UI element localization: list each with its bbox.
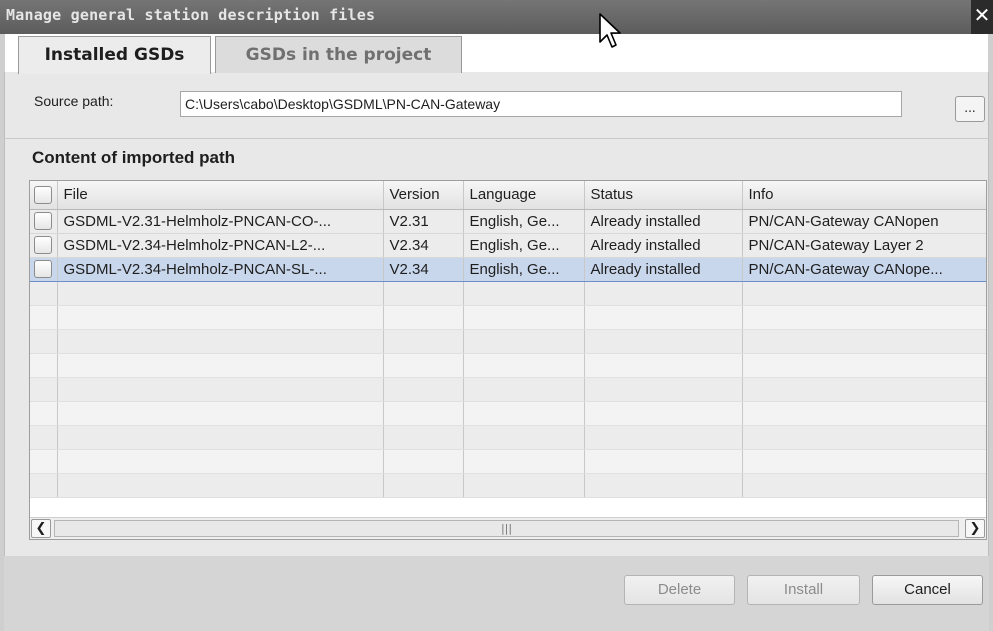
scroll-thumb[interactable]: |||	[54, 520, 959, 537]
divider	[4, 138, 989, 139]
mouse-cursor-icon	[599, 13, 621, 48]
tab-installed-gsds[interactable]: Installed GSDs	[18, 36, 211, 74]
cell-info: PN/CAN-Gateway Layer 2	[742, 233, 986, 258]
cell-file: GSDML-V2.34-Helmholz-PNCAN-SL-...	[57, 256, 384, 282]
empty-row	[30, 473, 986, 498]
cell-status: Already installed	[584, 233, 743, 258]
source-path-input[interactable]: C:\Users\cabo\Desktop\GSDML\PN-CAN-Gatew…	[180, 91, 902, 117]
column-header-language[interactable]: Language	[463, 181, 585, 210]
select-all-checkbox-cell[interactable]	[30, 181, 58, 210]
select-all-checkbox[interactable]	[34, 185, 53, 204]
install-button[interactable]: Install	[747, 575, 860, 605]
cancel-button[interactable]: Cancel	[872, 575, 983, 605]
horizontal-scrollbar[interactable]: ❮ ||| ❯	[30, 517, 986, 539]
delete-button[interactable]: Delete	[624, 575, 735, 605]
cell-file: GSDML-V2.31-Helmholz-PNCAN-CO-...	[57, 209, 384, 234]
cell-language: English, Ge...	[463, 233, 585, 258]
cell-status: Already installed	[584, 256, 743, 282]
table-row[interactable]: GSDML-V2.31-Helmholz-PNCAN-CO-... V2.31 …	[30, 209, 986, 234]
empty-row	[30, 401, 986, 426]
title-bar: Manage general station description files…	[0, 0, 993, 34]
empty-row	[30, 305, 986, 330]
row-checkbox[interactable]	[34, 236, 53, 255]
column-header-info[interactable]: Info	[742, 181, 986, 210]
row-checkbox[interactable]	[34, 212, 53, 231]
scroll-right-icon[interactable]: ❯	[965, 519, 985, 538]
content-section-title: Content of imported path	[32, 148, 236, 167]
empty-row	[30, 377, 986, 402]
browse-button[interactable]: ...	[955, 96, 985, 122]
cell-language: English, Ge...	[463, 209, 585, 234]
gsd-table: File Version Language Status Info GSDML-…	[29, 180, 987, 540]
cell-language: English, Ge...	[463, 256, 585, 282]
table-row-selected[interactable]: GSDML-V2.34-Helmholz-PNCAN-SL-... V2.34 …	[30, 256, 986, 282]
row-checkbox[interactable]	[34, 260, 53, 279]
empty-row	[30, 425, 986, 450]
cell-status: Already installed	[584, 209, 743, 234]
empty-row	[30, 281, 986, 306]
column-header-status[interactable]: Status	[584, 181, 743, 210]
close-button[interactable]: ✕	[971, 0, 993, 34]
cell-file: GSDML-V2.34-Helmholz-PNCAN-L2-...	[57, 233, 384, 258]
empty-row	[30, 449, 986, 474]
cell-version: V2.34	[383, 233, 464, 258]
table-row[interactable]: GSDML-V2.34-Helmholz-PNCAN-L2-... V2.34 …	[30, 233, 986, 258]
scroll-left-icon[interactable]: ❮	[31, 519, 51, 538]
cell-version: V2.34	[383, 256, 464, 282]
cell-info: PN/CAN-Gateway CANope...	[742, 256, 986, 282]
window-title: Manage general station description files	[6, 6, 376, 24]
table-header: File Version Language Status Info	[30, 181, 986, 210]
column-header-file[interactable]: File	[57, 181, 384, 210]
tab-gsds-in-project[interactable]: GSDs in the project	[215, 36, 462, 73]
empty-row	[30, 353, 986, 378]
source-path-label: Source path:	[34, 93, 114, 109]
column-header-version[interactable]: Version	[383, 181, 464, 210]
cell-version: V2.31	[383, 209, 464, 234]
cell-info: PN/CAN-Gateway CANopen	[742, 209, 986, 234]
empty-row	[30, 329, 986, 354]
